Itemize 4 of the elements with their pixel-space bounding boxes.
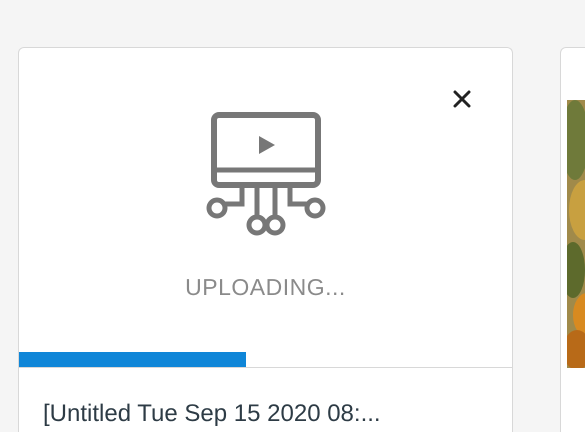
upload-status: UPLOADING...	[185, 273, 346, 302]
video-title: [Untitled Tue Sep 15 2020 08:...	[43, 400, 381, 427]
video-network-icon	[204, 112, 326, 236]
close-icon[interactable]	[453, 90, 471, 108]
